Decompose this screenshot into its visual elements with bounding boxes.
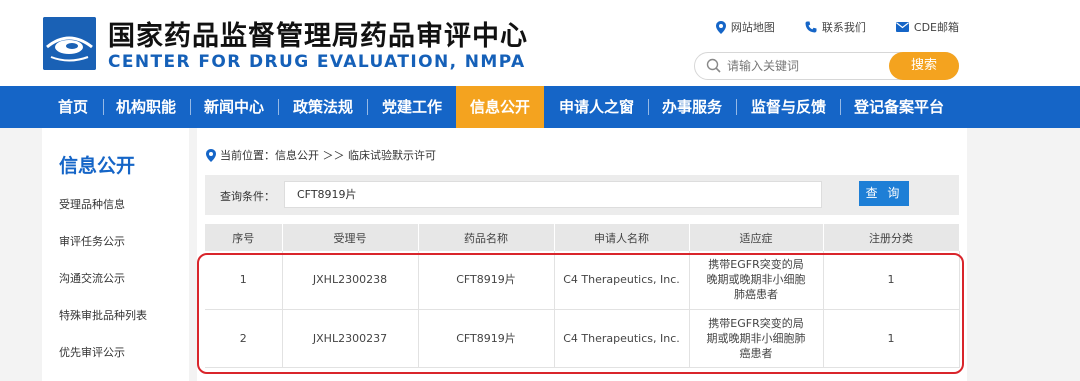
cell-drug-name: CFT8919片 — [418, 251, 555, 310]
table-header-row: 序号 受理号 药品名称 申请人名称 适应症 注册分类 — [205, 224, 960, 251]
breadcrumb-text: 当前位置：信息公开 ＞＞ 临床试验默示许可 — [220, 149, 436, 162]
column-header-drug-name: 药品名称 — [418, 224, 555, 251]
sidebar-item-communication[interactable]: 沟通交流公示 — [59, 270, 125, 286]
site-title-cn: 国家药品监督管理局药品审评中心 — [108, 21, 528, 52]
nav-divider — [190, 99, 191, 115]
search-input[interactable] — [727, 57, 877, 75]
nav-item-functions[interactable]: 机构职能 — [116, 86, 176, 128]
results-table: 序号 受理号 药品名称 申请人名称 适应症 注册分类 1 JXHL2300238… — [205, 224, 960, 368]
cell-applicant: C4 Therapeutics, Inc. — [554, 251, 690, 310]
query-button[interactable]: 查 询 — [859, 181, 909, 206]
query-bar: 查询条件： CFT8919片 查 询 — [205, 175, 959, 215]
query-input[interactable]: CFT8919片 — [284, 181, 822, 208]
nav-item-home[interactable]: 首页 — [58, 86, 88, 128]
cde-mail-link[interactable]: CDE邮箱 — [895, 19, 959, 35]
column-header-indication: 适应症 — [689, 224, 824, 251]
top-links: 网站地图 联系我们 CDE邮箱 — [715, 19, 959, 35]
cell-drug-name: CFT8919片 — [418, 309, 555, 368]
mail-icon — [895, 22, 909, 32]
cell-indication: 携带EGFR突变的局期或晚期非小细胞肺癌患者 — [689, 309, 824, 368]
search-box: 搜索 — [694, 52, 959, 80]
nav-item-info-disclosure[interactable]: 信息公开 — [456, 86, 545, 128]
sitemap-link[interactable]: 网站地图 — [715, 19, 775, 35]
column-header-acceptance-no: 受理号 — [282, 224, 419, 251]
nav-item-registration-platform[interactable]: 登记备案平台 — [854, 86, 944, 128]
nav-item-supervision[interactable]: 监督与反馈 — [751, 86, 826, 128]
site-header: 国家药品监督管理局药品审评中心 CENTER FOR DRUG EVALUATI… — [0, 0, 1080, 86]
search-button[interactable]: 搜索 — [889, 52, 959, 80]
cell-indication: 携带EGFR突变的局晚期或晚期非小细胞肺癌患者 — [689, 251, 824, 310]
sidebar: 信息公开 受理品种信息 审评任务公示 沟通交流公示 特殊审批品种列表 优先审评公… — [42, 128, 189, 381]
sitemap-label: 网站地图 — [730, 21, 775, 34]
sidebar-item-review-tasks[interactable]: 审评任务公示 — [59, 233, 125, 249]
column-header-applicant: 申请人名称 — [554, 224, 690, 251]
nav-item-services[interactable]: 办事服务 — [662, 86, 722, 128]
main-nav: 首页 机构职能 新闻中心 政策法规 党建工作 信息公开 申请人之窗 办事服务 监… — [0, 86, 1080, 128]
sidebar-item-accepted-varieties[interactable]: 受理品种信息 — [59, 196, 125, 212]
nav-divider — [367, 99, 368, 115]
nav-item-policies[interactable]: 政策法规 — [293, 86, 353, 128]
search-icon — [706, 58, 721, 73]
sidebar-item-priority-review[interactable]: 优先审评公示 — [59, 344, 125, 360]
cell-acceptance-no: JXHL2300238 — [282, 251, 419, 310]
phone-icon — [805, 21, 817, 33]
cell-acceptance-no: JXHL2300237 — [282, 309, 419, 368]
contact-label: 联系我们 — [821, 21, 866, 34]
nav-item-party[interactable]: 党建工作 — [382, 86, 442, 128]
nav-divider — [103, 99, 104, 115]
column-header-registration-class: 注册分类 — [823, 224, 960, 251]
cell-index: 2 — [205, 309, 283, 368]
nav-divider — [840, 99, 841, 115]
table-row[interactable]: 1 JXHL2300238 CFT8919片 C4 Therapeutics, … — [205, 251, 960, 310]
table-row[interactable]: 2 JXHL2300237 CFT8919片 C4 Therapeutics, … — [205, 309, 960, 368]
contact-link[interactable]: 联系我们 — [805, 19, 866, 35]
nav-divider — [736, 99, 737, 115]
nav-divider — [648, 99, 649, 115]
query-label: 查询条件： — [220, 190, 275, 203]
breadcrumb: 当前位置：信息公开 ＞＞ 临床试验默示许可 — [206, 147, 436, 163]
site-title-en: CENTER FOR DRUG EVALUATION, NMPA — [108, 52, 526, 72]
cde-logo[interactable] — [43, 17, 96, 70]
nav-item-applicant-window[interactable]: 申请人之窗 — [559, 86, 634, 128]
cell-registration-class: 1 — [823, 309, 960, 368]
column-header-index: 序号 — [205, 224, 283, 251]
nav-divider — [278, 99, 279, 115]
sidebar-title: 信息公开 — [59, 155, 136, 177]
cell-registration-class: 1 — [823, 251, 960, 310]
location-pin-icon — [715, 20, 726, 34]
content-panel: 当前位置：信息公开 ＞＞ 临床试验默示许可 查询条件： CFT8919片 查 询… — [197, 128, 967, 381]
location-pin-icon — [206, 148, 216, 162]
cell-applicant: C4 Therapeutics, Inc. — [554, 309, 690, 368]
nav-item-news[interactable]: 新闻中心 — [204, 86, 264, 128]
sidebar-item-special-approval[interactable]: 特殊审批品种列表 — [59, 307, 147, 323]
cde-mail-label: CDE邮箱 — [913, 21, 959, 34]
logo-emblem-icon — [43, 17, 96, 70]
cell-index: 1 — [205, 251, 283, 310]
